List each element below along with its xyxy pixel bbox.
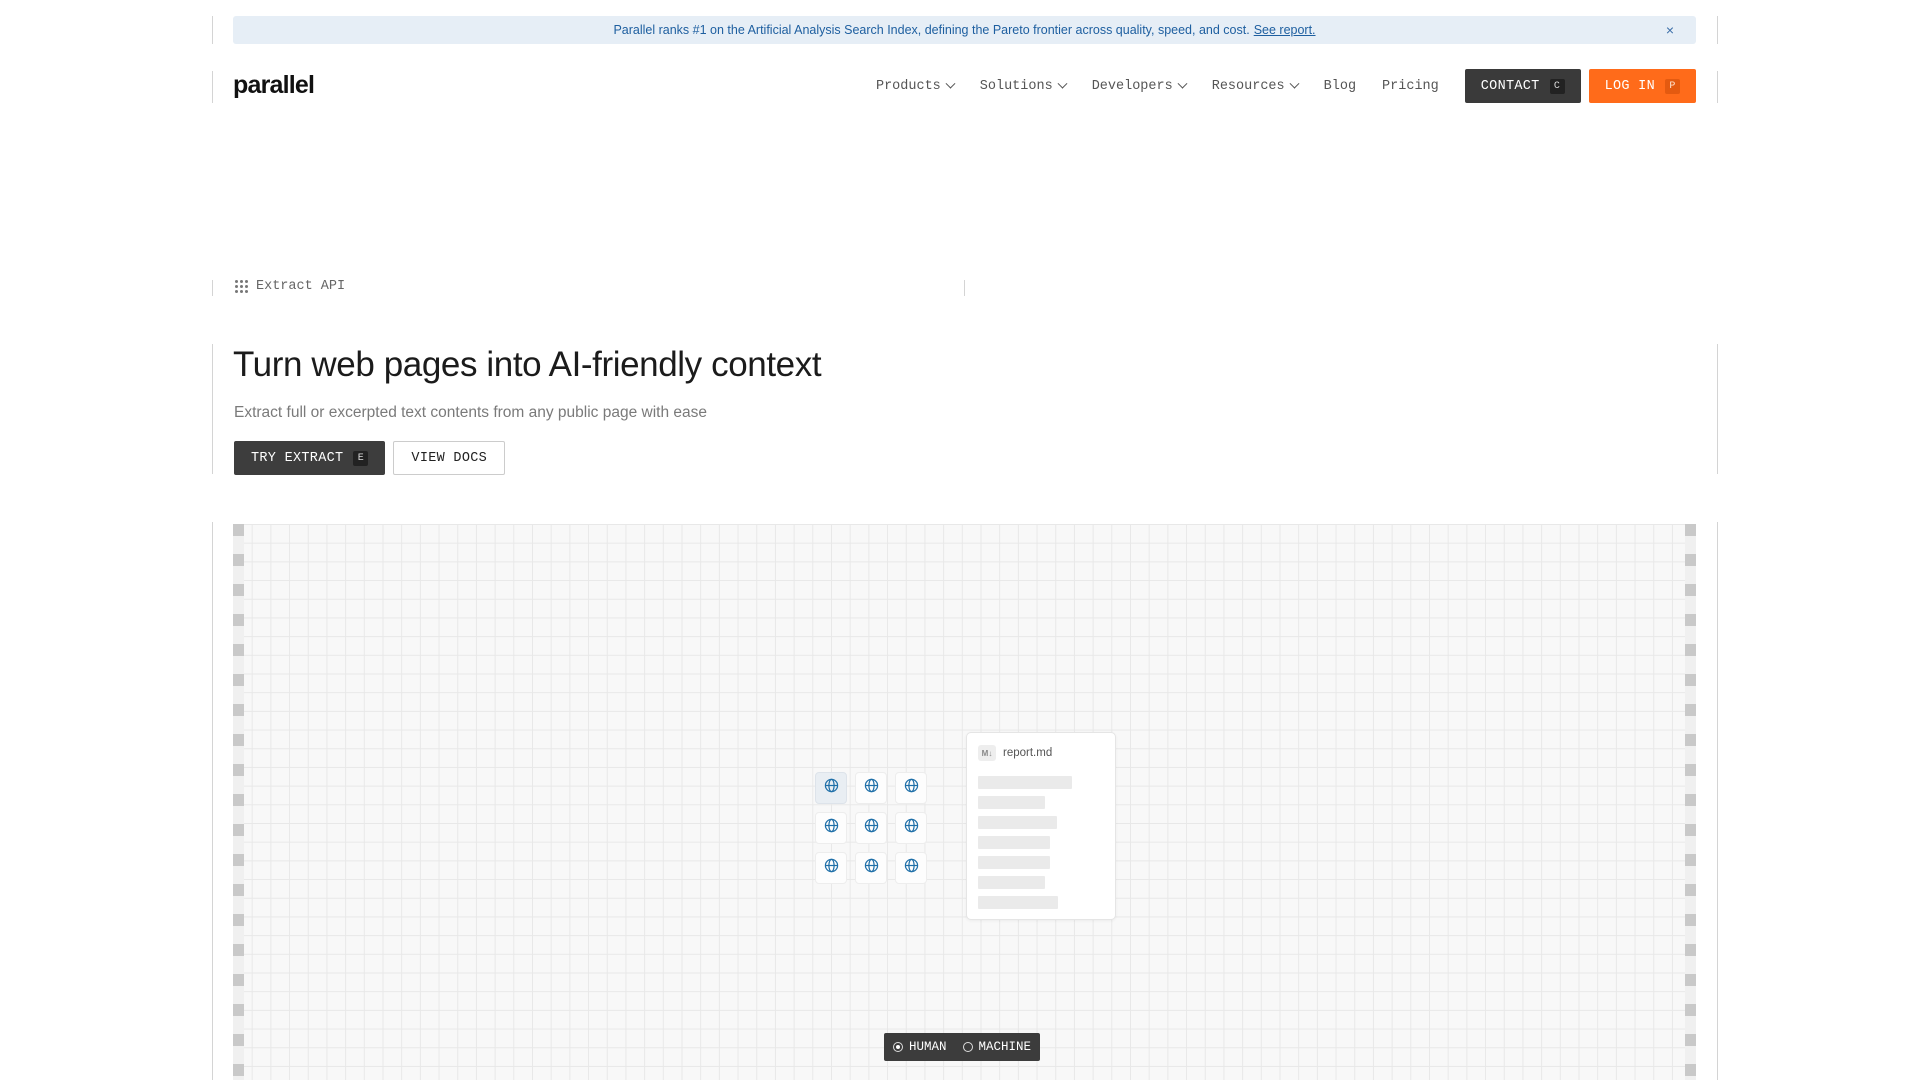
nav-pricing[interactable]: Pricing: [1382, 79, 1439, 94]
markdown-icon: M↓: [978, 745, 996, 761]
globe-icon: [864, 858, 879, 878]
chevron-down-icon: [1177, 78, 1188, 89]
globe-icon: [864, 778, 879, 798]
page-title: Turn web pages into AI-friendly context: [233, 345, 822, 384]
doc-placeholder-line: [978, 876, 1045, 889]
guide-line: [964, 280, 965, 296]
nav-label: Solutions: [979, 78, 1053, 94]
contact-button[interactable]: CONTACT C: [1464, 69, 1581, 103]
guide-line: [212, 522, 213, 1080]
nav-label: Products: [875, 78, 941, 94]
login-label: LOG IN: [1604, 78, 1655, 94]
contact-label: CONTACT: [1480, 78, 1540, 94]
shortcut-badge: C: [1549, 78, 1565, 94]
chevron-down-icon: [1289, 78, 1300, 89]
nav-solutions[interactable]: Solutions: [979, 78, 1068, 94]
doc-placeholder-line: [978, 776, 1072, 789]
human-option[interactable]: HUMAN: [893, 1040, 947, 1054]
machine-option[interactable]: MACHINE: [962, 1040, 1032, 1054]
nav-label: Resources: [1211, 78, 1285, 94]
nav-label: Pricing: [1382, 78, 1439, 94]
source-page-cell[interactable]: [815, 852, 847, 884]
view-mode-toggle: HUMAN MACHINE: [884, 1033, 1041, 1061]
hero-actions: TRY EXTRACT E VIEW DOCS: [234, 441, 506, 475]
source-pages-grid: [815, 772, 927, 884]
doc-placeholder-line: [978, 896, 1058, 909]
guide-line: [212, 280, 213, 296]
guide-line: [1717, 16, 1718, 44]
globe-icon: [904, 818, 919, 838]
page-subtitle: Extract full or excerpted text contents …: [234, 404, 707, 421]
guide-line: [212, 71, 213, 103]
globe-icon: [824, 778, 839, 798]
doc-placeholder-line: [978, 836, 1050, 849]
view-docs-button[interactable]: VIEW DOCS: [393, 441, 506, 475]
doc-placeholder-line: [978, 796, 1045, 809]
radio-unselected-icon: [962, 1042, 973, 1052]
nav-blog[interactable]: Blog: [1324, 79, 1356, 94]
try-extract-button[interactable]: TRY EXTRACT E: [234, 441, 386, 475]
doc-header: M↓ report.md: [978, 745, 1052, 761]
globe-icon: [824, 818, 839, 838]
shortcut-badge: P: [1665, 78, 1680, 94]
globe-icon: [864, 818, 879, 838]
nav-developers[interactable]: Developers: [1091, 78, 1188, 94]
machine-label: MACHINE: [978, 1040, 1032, 1054]
shortcut-badge: E: [353, 450, 369, 466]
globe-icon: [904, 858, 919, 878]
source-page-cell[interactable]: [815, 812, 847, 844]
doc-placeholder-line: [978, 816, 1057, 829]
nav-resources[interactable]: Resources: [1211, 78, 1300, 94]
left-stripe: [233, 524, 244, 1080]
human-label: HUMAN: [909, 1040, 947, 1054]
source-page-cell[interactable]: [895, 772, 927, 804]
guide-line: [212, 344, 213, 474]
announcement-text: Parallel ranks #1 on the Artificial Anal…: [613, 23, 1250, 37]
see-report-link[interactable]: See report.: [1254, 23, 1316, 37]
guide-line: [1717, 522, 1718, 1080]
source-page-cell[interactable]: [895, 852, 927, 884]
product-label-text: Extract API: [256, 279, 346, 294]
source-page-cell[interactable]: [855, 772, 887, 804]
doc-filename: report.md: [1003, 747, 1053, 759]
login-button[interactable]: LOG IN P: [1588, 69, 1696, 103]
guide-line: [1717, 71, 1718, 103]
nav-label: Developers: [1091, 78, 1173, 94]
announcement-bar: Parallel ranks #1 on the Artificial Anal…: [233, 16, 1696, 44]
source-page-cell[interactable]: [815, 772, 847, 804]
source-page-cell[interactable]: [855, 852, 887, 884]
nav-products[interactable]: Products: [875, 78, 956, 94]
close-icon[interactable]: ×: [1666, 22, 1674, 38]
try-extract-label: TRY EXTRACT: [251, 450, 344, 466]
view-docs-label: VIEW DOCS: [411, 450, 488, 466]
guide-line: [212, 16, 213, 44]
product-label: Extract API: [235, 279, 345, 294]
globe-icon: [904, 778, 919, 798]
source-page-cell[interactable]: [895, 812, 927, 844]
demo-canvas: M↓ report.md HUMAN MACHINE: [233, 524, 1696, 1080]
radio-selected-icon: [893, 1042, 903, 1052]
doc-placeholder-line: [978, 856, 1050, 869]
right-stripe: [1685, 524, 1696, 1080]
report-doc-card[interactable]: M↓ report.md: [966, 732, 1116, 920]
logo[interactable]: parallel: [233, 71, 315, 100]
grid-dots-icon: [235, 280, 248, 293]
nav-label: Blog: [1323, 78, 1357, 94]
globe-icon: [824, 858, 839, 878]
main-nav: Products Solutions Developers Resources …: [876, 69, 1696, 103]
chevron-down-icon: [945, 78, 956, 89]
chevron-down-icon: [1057, 78, 1068, 89]
source-page-cell[interactable]: [855, 812, 887, 844]
guide-line: [1717, 344, 1718, 474]
